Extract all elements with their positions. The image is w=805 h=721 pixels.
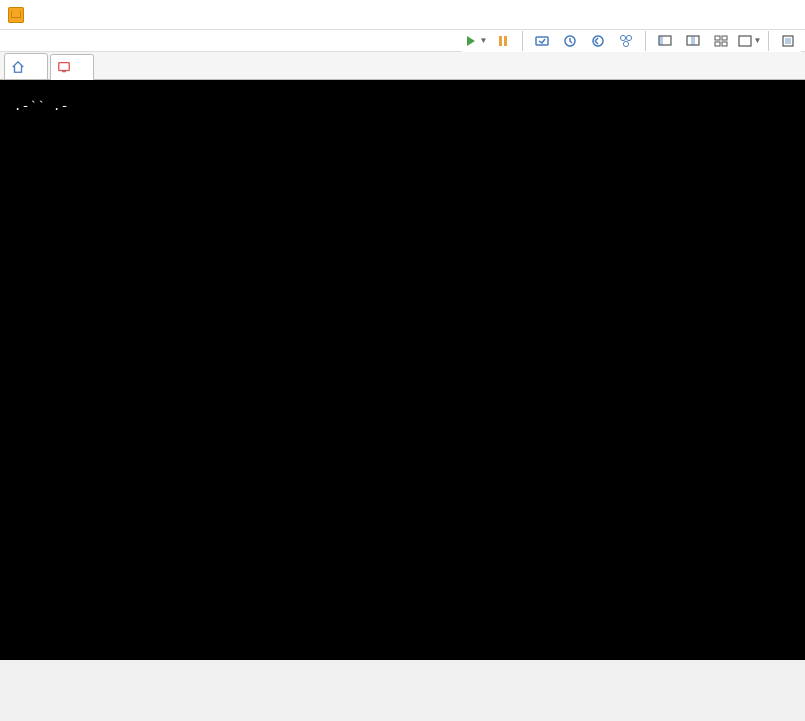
thumbnail-button[interactable] bbox=[775, 29, 801, 53]
tab-vm[interactable] bbox=[50, 54, 94, 80]
minimize-button[interactable] bbox=[659, 0, 705, 30]
menubar: ▼ ▼ bbox=[0, 30, 805, 52]
menu-vm[interactable] bbox=[52, 39, 68, 43]
fullscreen-button[interactable]: ▼ bbox=[736, 29, 762, 53]
home-icon bbox=[11, 60, 25, 74]
menu-view[interactable] bbox=[36, 39, 52, 43]
snapshot-manager-button[interactable] bbox=[613, 29, 639, 53]
menu-tabs[interactable] bbox=[68, 39, 84, 43]
vm-icon bbox=[57, 60, 71, 74]
app-icon bbox=[8, 7, 24, 23]
titlebar bbox=[0, 0, 805, 30]
menu-edit[interactable] bbox=[20, 39, 36, 43]
tabbar bbox=[0, 52, 805, 80]
pause-button[interactable] bbox=[490, 29, 516, 53]
snapshot-revert-button[interactable] bbox=[585, 29, 611, 53]
quick-switch-button[interactable] bbox=[680, 29, 706, 53]
maximize-button[interactable] bbox=[705, 0, 751, 30]
snapshot-button[interactable] bbox=[557, 29, 583, 53]
menu-file[interactable] bbox=[4, 39, 20, 43]
close-button[interactable] bbox=[751, 0, 797, 30]
tab-home[interactable] bbox=[4, 53, 48, 79]
menu-help[interactable] bbox=[92, 39, 108, 43]
play-button[interactable]: ▼ bbox=[462, 29, 488, 53]
unity-button[interactable] bbox=[708, 29, 734, 53]
toggle-view-button[interactable] bbox=[652, 29, 678, 53]
terminal[interactable]: .-`` .- bbox=[0, 80, 805, 660]
send-button[interactable] bbox=[529, 29, 555, 53]
